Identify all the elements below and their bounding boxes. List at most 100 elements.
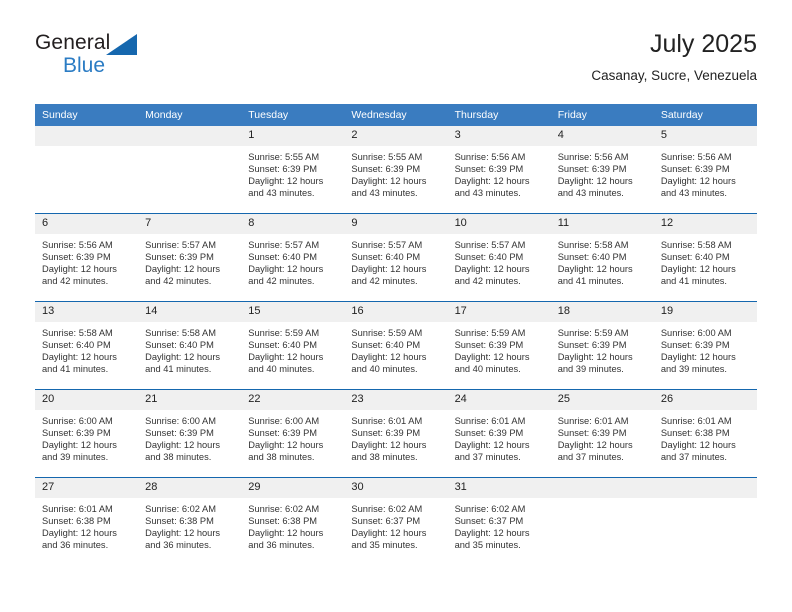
day-number: 24 — [447, 390, 551, 410]
day-detail-line: Daylight: 12 hours — [351, 440, 427, 451]
day-detail-line: and 41 minutes. — [42, 364, 109, 375]
calendar-day-cell[interactable]: 10 Sunrise: 5:57 AM Sunset: 6:40 PM Dayligh… — [447, 213, 551, 302]
day-detail-line: Daylight: 12 hours — [42, 440, 117, 451]
day-detail-line: Daylight: 12 hours — [454, 264, 530, 275]
calendar-day-cell[interactable]: 13 Sunrise: 5:58 AM Sunset: 6:40 PM Dayligh… — [35, 301, 139, 390]
calendar-day-cell[interactable]: 18 Sunrise: 5:59 AM Sunset: 6:39 PM Dayligh… — [550, 301, 654, 390]
day-detail-line: and 42 minutes. — [248, 276, 315, 287]
day-details: Sunrise: 5:59 AM Sunset: 6:40 PM Daylight:… — [344, 322, 447, 389]
day-details: Sunrise: 5:57 AM Sunset: 6:40 PM Daylight:… — [241, 234, 344, 301]
day-detail-line: Daylight: 12 hours — [660, 264, 736, 275]
day-detail-line: Sunrise: 5:57 AM — [454, 240, 526, 250]
day-detail-line: Sunset: 6:39 PM — [454, 164, 524, 175]
day-detail-line: and 38 minutes. — [351, 452, 418, 463]
day-detail-line: Daylight: 12 hours — [42, 352, 117, 363]
calendar-day-cell[interactable]: 3 Sunrise: 5:56 AM Sunset: 6:39 PM Daylight… — [447, 126, 551, 214]
day-detail-line: Sunset: 6:40 PM — [351, 340, 421, 351]
day-detail-line: Daylight: 12 hours — [351, 528, 427, 539]
day-details: Sunrise: 6:01 AM Sunset: 6:39 PM Daylight:… — [448, 410, 551, 477]
calendar-day-cell[interactable]: 19 Sunrise: 6:00 AM Sunset: 6:39 PM Dayligh… — [653, 301, 757, 390]
page-title: July 2025 — [649, 30, 757, 58]
calendar-day-cell[interactable]: 30 Sunrise: 6:02 AM Sunset: 6:37 PM Dayligh… — [344, 477, 448, 565]
day-detail-line: and 39 minutes. — [557, 364, 624, 375]
calendar-day-cell[interactable]: 29 Sunrise: 6:02 AM Sunset: 6:38 PM Dayligh… — [241, 477, 345, 565]
day-detail-line: Sunrise: 5:59 AM — [557, 328, 629, 338]
day-details: Sunrise: 6:01 AM Sunset: 6:38 PM Daylight:… — [35, 498, 138, 565]
day-number: 31 — [447, 478, 551, 498]
calendar-day-cell[interactable]: 24 Sunrise: 6:01 AM Sunset: 6:39 PM Dayligh… — [447, 389, 551, 478]
calendar-day-cell[interactable]: 17 Sunrise: 5:59 AM Sunset: 6:39 PM Dayligh… — [447, 301, 551, 390]
calendar-day-cell[interactable]: 16 Sunrise: 5:59 AM Sunset: 6:40 PM Dayligh… — [344, 301, 448, 390]
day-details: Sunrise: 5:55 AM Sunset: 6:39 PM Daylight:… — [241, 146, 344, 213]
day-details: Sunrise: 6:00 AM Sunset: 6:39 PM Daylight:… — [35, 410, 138, 477]
day-number: 30 — [344, 478, 448, 498]
day-detail-line: Daylight: 12 hours — [454, 352, 530, 363]
day-detail-line: Daylight: 12 hours — [145, 528, 221, 539]
day-detail-line: Sunset: 6:39 PM — [351, 164, 421, 175]
day-detail-line: Sunset: 6:39 PM — [557, 428, 627, 439]
calendar-day-cell[interactable]: 7 Sunrise: 5:57 AM Sunset: 6:39 PM Daylight… — [138, 213, 242, 302]
day-detail-line: and 36 minutes. — [42, 540, 109, 551]
day-detail-line: Sunrise: 5:56 AM — [454, 152, 526, 162]
day-details: Sunrise: 5:59 AM Sunset: 6:39 PM Daylight:… — [551, 322, 654, 389]
day-detail-line: Sunrise: 6:00 AM — [248, 416, 320, 426]
calendar-day-cell[interactable]: 1 Sunrise: 5:55 AM Sunset: 6:39 PM Daylight… — [241, 126, 345, 214]
calendar-day-cell-empty — [653, 477, 757, 565]
day-details: Sunrise: 5:57 AM Sunset: 6:39 PM Daylight:… — [138, 234, 241, 301]
day-number: 7 — [138, 214, 242, 234]
calendar-day-cell[interactable]: 28 Sunrise: 6:02 AM Sunset: 6:38 PM Dayligh… — [138, 477, 242, 565]
day-detail-line: Sunrise: 6:01 AM — [351, 416, 423, 426]
calendar-day-cell[interactable]: 23 Sunrise: 6:01 AM Sunset: 6:39 PM Dayligh… — [344, 389, 448, 478]
calendar-day-cell[interactable]: 31 Sunrise: 6:02 AM Sunset: 6:37 PM Dayligh… — [447, 477, 551, 565]
day-details — [551, 498, 654, 565]
day-detail-line: Daylight: 12 hours — [557, 352, 633, 363]
day-detail-line: and 43 minutes. — [454, 188, 521, 199]
calendar-day-cell[interactable]: 14 Sunrise: 5:58 AM Sunset: 6:40 PM Dayligh… — [138, 301, 242, 390]
day-detail-line: Daylight: 12 hours — [145, 352, 221, 363]
day-detail-line: Daylight: 12 hours — [454, 440, 530, 451]
calendar-day-cell[interactable]: 27 Sunrise: 6:01 AM Sunset: 6:38 PM Dayligh… — [35, 477, 139, 565]
day-detail-line: Sunset: 6:40 PM — [248, 340, 318, 351]
calendar-day-cell[interactable]: 6 Sunrise: 5:56 AM Sunset: 6:39 PM Daylight… — [35, 213, 139, 302]
calendar-day-cell[interactable]: 21 Sunrise: 6:00 AM Sunset: 6:39 PM Dayligh… — [138, 389, 242, 478]
day-details: Sunrise: 6:00 AM Sunset: 6:39 PM Daylight:… — [138, 410, 241, 477]
day-detail-line: Sunrise: 5:57 AM — [248, 240, 320, 250]
day-detail-line: Sunrise: 5:58 AM — [145, 328, 216, 338]
day-detail-line: Sunrise: 6:01 AM — [454, 416, 526, 426]
calendar-day-cell[interactable]: 26 Sunrise: 6:01 AM Sunset: 6:38 PM Dayligh… — [653, 389, 757, 478]
day-detail-line: and 43 minutes. — [660, 188, 727, 199]
calendar-day-cell[interactable]: 15 Sunrise: 5:59 AM Sunset: 6:40 PM Dayligh… — [241, 301, 345, 390]
day-detail-line: Sunrise: 6:00 AM — [660, 328, 732, 338]
day-detail-line: Sunset: 6:40 PM — [248, 252, 318, 263]
day-detail-line: and 35 minutes. — [351, 540, 418, 551]
day-detail-line: Daylight: 12 hours — [42, 528, 117, 539]
day-detail-line: Sunset: 6:39 PM — [557, 164, 627, 175]
day-number: 13 — [35, 302, 139, 322]
logo-text-blue: Blue — [63, 54, 106, 77]
calendar-day-cell[interactable]: 2 Sunrise: 5:55 AM Sunset: 6:39 PM Daylight… — [344, 126, 448, 214]
logo-text-general: General — [35, 31, 111, 54]
calendar-day-cell[interactable]: 12 Sunrise: 5:58 AM Sunset: 6:40 PM Dayligh… — [653, 213, 757, 302]
day-detail-line: Daylight: 12 hours — [351, 176, 427, 187]
day-details: Sunrise: 6:01 AM Sunset: 6:39 PM Daylight:… — [344, 410, 447, 477]
calendar-day-cell[interactable]: 8 Sunrise: 5:57 AM Sunset: 6:40 PM Daylight… — [241, 213, 345, 302]
weekday-header-sunday: Sunday — [35, 104, 139, 126]
calendar-page: General Blue July 2025 Casanay, Sucre, V… — [0, 0, 792, 612]
day-detail-line: Sunrise: 5:59 AM — [248, 328, 320, 338]
calendar-day-cell[interactable]: 4 Sunrise: 5:56 AM Sunset: 6:39 PM Daylight… — [550, 126, 654, 214]
day-detail-line: and 41 minutes. — [145, 364, 212, 375]
day-detail-line: Daylight: 12 hours — [454, 176, 530, 187]
day-details: Sunrise: 5:56 AM Sunset: 6:39 PM Daylight:… — [551, 146, 654, 213]
day-details: Sunrise: 5:57 AM Sunset: 6:40 PM Daylight:… — [344, 234, 447, 301]
day-detail-line: and 40 minutes. — [454, 364, 521, 375]
calendar-day-cell[interactable]: 9 Sunrise: 5:57 AM Sunset: 6:40 PM Daylight… — [344, 213, 448, 302]
title-block: July 2025 Casanay, Sucre, Venezuela — [591, 28, 757, 86]
calendar-day-cell[interactable]: 11 Sunrise: 5:58 AM Sunset: 6:40 PM Dayligh… — [550, 213, 654, 302]
day-details — [35, 146, 138, 213]
calendar-day-cell[interactable]: 5 Sunrise: 5:56 AM Sunset: 6:39 PM Daylight… — [653, 126, 757, 214]
calendar-day-cell[interactable]: 25 Sunrise: 6:01 AM Sunset: 6:39 PM Dayligh… — [550, 389, 654, 478]
day-detail-line: Sunrise: 5:59 AM — [454, 328, 526, 338]
calendar-day-cell[interactable]: 20 Sunrise: 6:00 AM Sunset: 6:39 PM Dayligh… — [35, 389, 139, 478]
calendar-day-cell[interactable]: 22 Sunrise: 6:00 AM Sunset: 6:39 PM Dayligh… — [241, 389, 345, 478]
calendar-table: Sunday Monday Tuesday Wednesday Thursday Frid… — [35, 104, 757, 565]
